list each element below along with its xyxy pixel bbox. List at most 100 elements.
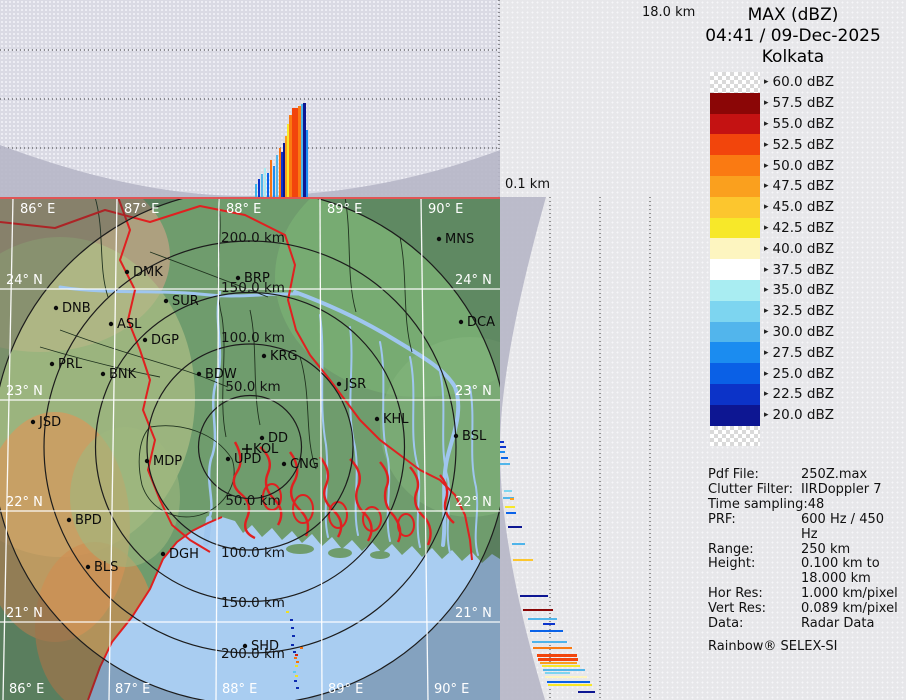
echo-bar — [258, 179, 260, 197]
legend-tick-arrow: ▸ — [764, 285, 769, 295]
legend-label: 35.0 dBZ — [773, 282, 834, 298]
echo-bar — [279, 148, 281, 197]
city-dot — [260, 436, 264, 440]
echo-bar — [273, 166, 275, 197]
metadata-row: Clutter Filter:IIRDoppler 7 — [708, 483, 904, 498]
longitude-label: 89° E — [328, 682, 363, 697]
echo-bar — [548, 684, 592, 686]
legend-label: 42.5 dBZ — [773, 220, 834, 236]
legend-tick-arrow: ▸ — [764, 327, 769, 337]
latitude-label: 23° N — [455, 384, 492, 399]
city-label: ASL — [117, 317, 142, 332]
city-label: DGH — [169, 547, 199, 562]
range-ring-label: 100.0 km — [221, 545, 285, 561]
latitude-label: 24° N — [6, 273, 43, 288]
city-dot — [164, 299, 168, 303]
radar-echo-top-profile — [255, 103, 308, 197]
range-ring-label: 200.0 km — [221, 230, 285, 246]
city-label: BPD — [75, 513, 102, 528]
legend-row: ▸25.0 dBZ — [710, 363, 834, 384]
echo-bar — [520, 595, 548, 597]
city-label: SHD — [251, 639, 279, 654]
city-label: JSR — [344, 377, 366, 392]
city-dot — [109, 322, 113, 326]
city-label: BNK — [109, 367, 137, 382]
legend-swatch — [710, 426, 760, 447]
legend-swatch — [710, 301, 760, 322]
legend-tick-arrow: ▸ — [764, 119, 769, 129]
metadata-key: PRF: — [708, 513, 801, 543]
legend-swatch — [710, 384, 760, 405]
city-dot — [145, 459, 149, 463]
legend-label: 22.5 dBZ — [773, 386, 834, 402]
metadata-value: Radar Data — [801, 617, 874, 632]
legend-label: 37.5 dBZ — [773, 262, 834, 278]
legend-row: ▸50.0 dBZ — [710, 155, 834, 176]
echo-bar — [542, 665, 580, 667]
legend-label: 27.5 dBZ — [773, 345, 834, 361]
legend-swatch — [710, 218, 760, 239]
longitude-label: 88° E — [226, 202, 261, 217]
map-viewport[interactable]: 86° E86° E87° E87° E88° E88° E89° E89° E… — [0, 197, 500, 700]
echo-bar — [292, 108, 298, 197]
city-dot — [243, 644, 247, 648]
latitude-label: 22° N — [455, 495, 492, 510]
range-ring-label: 50.0 km — [225, 493, 280, 509]
legend-label: 20.0 dBZ — [773, 407, 834, 423]
city-label: DNB — [62, 301, 91, 316]
echo-pixel — [286, 611, 289, 613]
product-title: MAX (dBZ) — [680, 5, 906, 26]
legend-tick-arrow: ▸ — [764, 202, 769, 212]
legend-row: ▸ 52.5 dBZ — [710, 134, 834, 155]
metadata-row: Hor Res:1.000 km/pixel — [708, 587, 904, 602]
echo-bar — [504, 490, 512, 492]
city-label: SUR — [172, 294, 199, 309]
map-canvas[interactable]: 86° E86° E87° E87° E88° E88° E89° E89° E… — [0, 197, 500, 700]
top-profile-canvas — [0, 0, 500, 197]
echo-bar — [578, 691, 595, 693]
city-dot — [31, 420, 35, 424]
echo-bar — [506, 512, 516, 514]
legend-swatch — [710, 197, 760, 218]
city-label: BDW — [205, 367, 237, 382]
echo-bar — [538, 658, 578, 661]
legend-tick-arrow: ▸ — [764, 348, 769, 358]
product-datetime: 04:41 / 09-Dec-2025 — [680, 26, 906, 47]
side-profile-canvas — [500, 0, 706, 700]
legend-swatch — [710, 259, 760, 280]
legend-label: 50.0 dBZ — [773, 158, 834, 174]
echo-bar — [267, 173, 269, 197]
echo-bar — [532, 641, 567, 643]
legend-row: ▸37.5 dBZ — [710, 259, 834, 280]
city-label: KHL — [383, 412, 409, 427]
legend-tick-arrow: ▸ — [764, 140, 769, 150]
echo-bar — [289, 115, 292, 197]
metadata-value: 1.000 km/pixel — [801, 587, 898, 602]
legend-row — [710, 426, 834, 447]
longitude-label: 86° E — [9, 682, 44, 697]
city-label: DCA — [467, 315, 495, 330]
legend-swatch — [710, 134, 760, 155]
city-label: MDP — [153, 454, 182, 469]
station-name: Kolkata — [680, 47, 906, 68]
city-label: BLS — [94, 560, 118, 575]
legend-row: ▸30.0 dBZ — [710, 322, 834, 343]
metadata-value: 600 Hz / 450 Hz — [801, 513, 904, 543]
metadata-row: Time sampling:48 — [708, 498, 904, 513]
latitude-label: 21° N — [6, 606, 43, 621]
metadata-key: Vert Res: — [708, 602, 801, 617]
legend-label: 52.5 dBZ — [773, 137, 834, 153]
city-dot — [236, 276, 240, 280]
echo-bar — [264, 168, 266, 197]
city-label: CNG — [290, 457, 319, 472]
metadata-row: Vert Res:0.089 km/pixel — [708, 602, 904, 617]
metadata-value: 48 — [808, 498, 825, 513]
legend-tick-arrow: ▸ — [764, 77, 769, 87]
legend-tick-arrow: ▸ — [764, 306, 769, 316]
echo-bar — [283, 143, 285, 197]
echo-bar — [547, 681, 590, 683]
metadata-panel: Pdf File:250Z.maxClutter Filter:IIRDoppl… — [708, 468, 904, 655]
echo-bar — [306, 130, 308, 197]
metadata-value: 250 km — [801, 543, 850, 558]
longitude-label: 87° E — [124, 202, 159, 217]
